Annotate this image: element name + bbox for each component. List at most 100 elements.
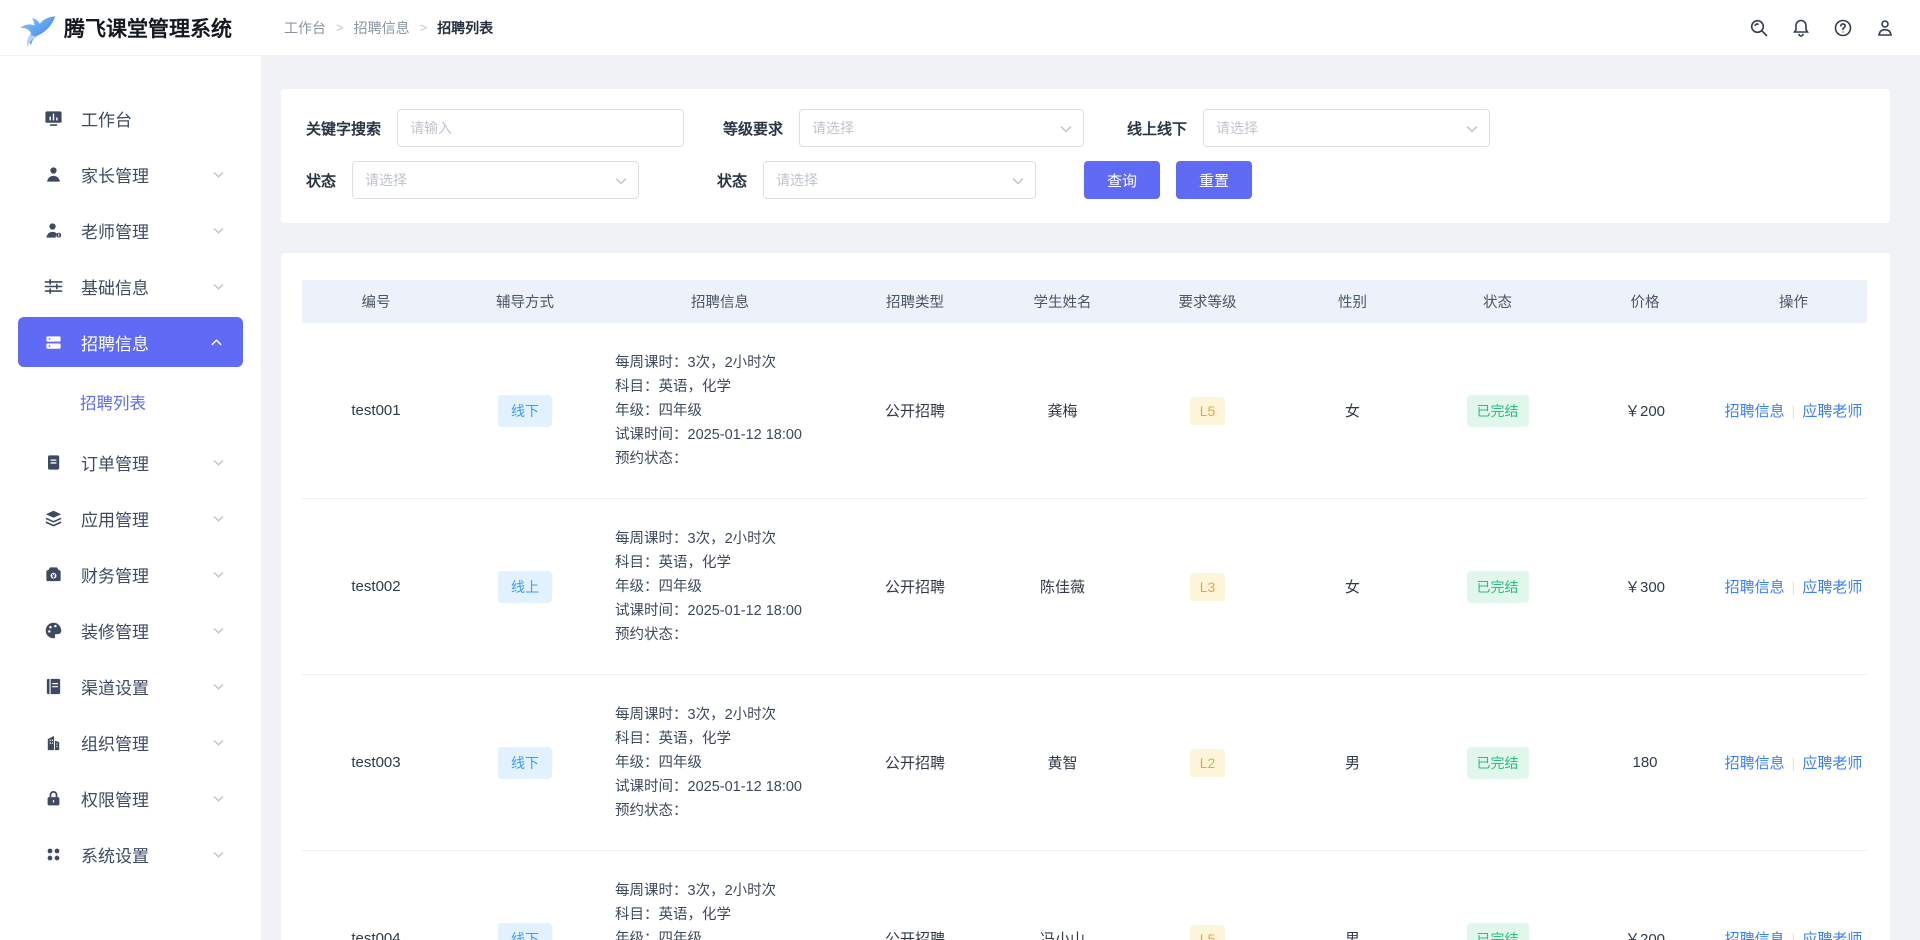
recruit-info-link[interactable]: 招聘信息 bbox=[1725, 576, 1785, 597]
status1-label: 状态 bbox=[306, 170, 336, 191]
col-header-info: 招聘信息 bbox=[600, 280, 840, 323]
cell-student: 黄智 bbox=[990, 675, 1135, 850]
sidebar-item-permissions[interactable]: 权限管理 bbox=[0, 770, 261, 826]
info-line: 预约状态： bbox=[615, 799, 688, 823]
chevron-down-icon bbox=[212, 168, 225, 181]
breadcrumb-item-workbench[interactable]: 工作台 bbox=[284, 18, 326, 38]
status-badge: 已完结 bbox=[1467, 747, 1529, 779]
col-header-level: 要求等级 bbox=[1135, 280, 1280, 323]
reset-button[interactable]: 重置 bbox=[1176, 161, 1252, 199]
apply-teacher-link[interactable]: 应聘老师 bbox=[1802, 400, 1862, 421]
sidebar-item-label: 组织管理 bbox=[81, 730, 149, 755]
breadcrumb-item-recruit-info[interactable]: 招聘信息 bbox=[354, 18, 410, 38]
cell-gender: 男 bbox=[1280, 851, 1425, 940]
settings-icon bbox=[44, 845, 63, 864]
bell-icon[interactable] bbox=[1790, 17, 1812, 39]
table-row: test003 线下 每周课时：3次，2小时次 科目：英语，化学 年级：四年级 … bbox=[302, 675, 1867, 851]
chevron-down-icon bbox=[212, 680, 225, 693]
link-divider: | bbox=[1792, 755, 1796, 771]
sidebar-item-organization[interactable]: 组织管理 bbox=[0, 714, 261, 770]
apply-teacher-link[interactable]: 应聘老师 bbox=[1802, 576, 1862, 597]
recruit-table: 编号 辅导方式 招聘信息 招聘类型 学生姓名 要求等级 性别 状态 价格 操作 … bbox=[281, 253, 1890, 940]
chevron-down-icon bbox=[212, 848, 225, 861]
bird-logo-icon bbox=[16, 8, 58, 48]
level-badge: L5 bbox=[1190, 397, 1226, 425]
sidebar-item-label: 应用管理 bbox=[81, 506, 149, 531]
sliders-icon bbox=[44, 277, 63, 296]
search-icon[interactable] bbox=[1748, 17, 1770, 39]
sidebar-item-label: 订单管理 bbox=[81, 450, 149, 475]
main-content: 关键字搜索 等级要求 请选择 线上线下 请选择 bbox=[261, 56, 1920, 940]
method-badge: 线上 bbox=[498, 571, 552, 603]
status-badge: 已完结 bbox=[1467, 923, 1529, 940]
col-header-student: 学生姓名 bbox=[990, 280, 1135, 323]
col-header-actions: 操作 bbox=[1720, 280, 1867, 323]
cell-price: 180 bbox=[1570, 675, 1720, 850]
cell-gender: 男 bbox=[1280, 675, 1425, 850]
chevron-down-icon bbox=[1011, 174, 1025, 191]
search-button[interactable]: 查询 bbox=[1084, 161, 1160, 199]
cell-info: 每周课时：3次，2小时次 科目：英语，化学 年级：四年级 试课时间：2025-0… bbox=[600, 675, 840, 850]
sidebar-item-workbench[interactable]: 工作台 bbox=[0, 90, 261, 146]
info-line: 每周课时：3次，2小时次 bbox=[615, 527, 776, 551]
cell-id: test003 bbox=[302, 675, 450, 850]
sidebar-item-apps[interactable]: 应用管理 bbox=[0, 490, 261, 546]
cell-gender: 女 bbox=[1280, 323, 1425, 498]
info-line: 科目：英语，化学 bbox=[615, 903, 731, 927]
status1-select[interactable]: 请选择 bbox=[352, 161, 639, 199]
filter-row-1: 关键字搜索 等级要求 请选择 线上线下 请选择 bbox=[306, 109, 1890, 147]
org-icon bbox=[44, 733, 63, 752]
info-line: 预约状态： bbox=[615, 623, 688, 647]
apps-icon bbox=[44, 509, 63, 528]
status2-select[interactable]: 请选择 bbox=[763, 161, 1036, 199]
info-line: 试课时间：2025-01-12 18:00 bbox=[615, 423, 802, 447]
sidebar-subitem-recruit-list[interactable]: 招聘列表 bbox=[0, 370, 261, 434]
sidebar-item-settings[interactable]: 系统设置 bbox=[0, 826, 261, 882]
help-icon[interactable] bbox=[1832, 17, 1854, 39]
recruit-info-link[interactable]: 招聘信息 bbox=[1725, 752, 1785, 773]
cell-actions: 招聘信息 | 应聘老师 bbox=[1720, 499, 1867, 674]
level-badge: L3 bbox=[1190, 573, 1226, 601]
cell-student: 龚梅 bbox=[990, 323, 1135, 498]
sidebar-item-decorate[interactable]: 装修管理 bbox=[0, 602, 261, 658]
app-title: 腾飞课堂管理系统 bbox=[64, 13, 232, 43]
cell-type: 公开招聘 bbox=[840, 675, 990, 850]
lock-icon bbox=[44, 789, 63, 808]
online-offline-select[interactable]: 请选择 bbox=[1203, 109, 1490, 147]
sidebar-item-basic-info[interactable]: 基础信息 bbox=[0, 258, 261, 314]
cell-actions: 招聘信息 | 应聘老师 bbox=[1720, 675, 1867, 850]
sidebar-item-label: 招聘信息 bbox=[81, 330, 149, 355]
info-line: 每周课时：3次，2小时次 bbox=[615, 351, 776, 375]
cell-price: ￥200 bbox=[1570, 851, 1720, 940]
sidebar-item-orders[interactable]: 订单管理 bbox=[0, 434, 261, 490]
level-badge: L2 bbox=[1190, 749, 1226, 777]
cell-id: test001 bbox=[302, 323, 450, 498]
chevron-down-icon bbox=[1059, 122, 1073, 139]
user-icon[interactable] bbox=[1874, 17, 1896, 39]
link-divider: | bbox=[1792, 579, 1796, 595]
chevron-up-icon bbox=[210, 336, 223, 349]
sidebar-item-label: 系统设置 bbox=[81, 842, 149, 867]
sidebar-item-parents[interactable]: 家长管理 bbox=[0, 146, 261, 202]
level-select[interactable]: 请选择 bbox=[799, 109, 1084, 147]
apply-teacher-link[interactable]: 应聘老师 bbox=[1802, 752, 1862, 773]
recruit-info-link[interactable]: 招聘信息 bbox=[1725, 928, 1785, 940]
sidebar-item-channel[interactable]: 渠道设置 bbox=[0, 658, 261, 714]
status2-select-placeholder: 请选择 bbox=[776, 170, 818, 190]
sidebar-item-teachers[interactable]: 老师管理 bbox=[0, 202, 261, 258]
header-icons bbox=[1748, 17, 1920, 39]
level-label: 等级要求 bbox=[723, 118, 783, 139]
sidebar-item-finance[interactable]: 财务管理 bbox=[0, 546, 261, 602]
sidebar-item-recruit-info[interactable]: 招聘信息 bbox=[18, 317, 243, 367]
method-badge: 线下 bbox=[498, 395, 552, 427]
cell-gender: 女 bbox=[1280, 499, 1425, 674]
link-divider: | bbox=[1792, 931, 1796, 940]
keyword-input[interactable] bbox=[397, 109, 684, 147]
apply-teacher-link[interactable]: 应聘老师 bbox=[1802, 928, 1862, 940]
method-badge: 线下 bbox=[498, 747, 552, 779]
recruit-info-link[interactable]: 招聘信息 bbox=[1725, 400, 1785, 421]
info-line: 年级：四年级 bbox=[615, 751, 702, 775]
sidebar: 工作台 家长管理 老师管理 bbox=[0, 56, 261, 940]
sidebar-item-label: 工作台 bbox=[81, 106, 132, 131]
table-header-row: 编号 辅导方式 招聘信息 招聘类型 学生姓名 要求等级 性别 状态 价格 操作 bbox=[302, 280, 1867, 323]
